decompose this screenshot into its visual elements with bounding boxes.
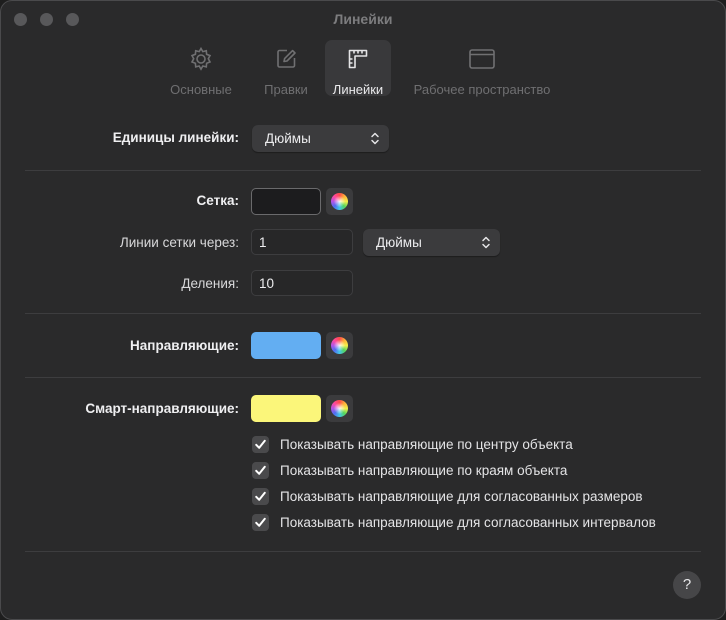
separator bbox=[25, 377, 701, 378]
gear-icon bbox=[188, 40, 214, 77]
color-wheel-icon bbox=[331, 337, 348, 354]
checkmark-icon bbox=[255, 517, 266, 527]
option-label: Показывать направляющие для согласованны… bbox=[280, 489, 643, 504]
edit-icon bbox=[273, 40, 299, 77]
tab-general[interactable]: Основные bbox=[161, 40, 241, 97]
window-title: Линейки bbox=[333, 11, 393, 27]
updown-chevron-icon bbox=[371, 132, 379, 145]
grid-divisions-label: Деления: bbox=[181, 276, 239, 291]
window-icon bbox=[467, 40, 497, 77]
checkbox[interactable] bbox=[252, 488, 269, 505]
checkmark-icon bbox=[255, 439, 266, 449]
checkmark-icon bbox=[255, 465, 266, 475]
ruler-units-value: Дюймы bbox=[265, 131, 311, 146]
grid-label: Сетка: bbox=[196, 193, 239, 208]
option-label: Показывать направляющие по краям объекта bbox=[280, 463, 568, 478]
color-wheel-icon bbox=[331, 400, 348, 417]
guides-color-well[interactable] bbox=[251, 332, 321, 359]
preferences-window: Линейки Основные Правки Линейки Рабочее … bbox=[0, 0, 726, 620]
separator bbox=[25, 551, 701, 552]
checkmark-icon bbox=[255, 491, 266, 501]
tab-edits[interactable]: Правки bbox=[251, 40, 321, 97]
guides-color-picker-button[interactable] bbox=[326, 332, 353, 359]
tab-label: Правки bbox=[264, 82, 308, 97]
ruler-units-label: Единицы линейки: bbox=[112, 130, 239, 145]
ruler-icon bbox=[345, 40, 371, 77]
title-bar: Линейки bbox=[1, 1, 725, 39]
checkbox[interactable] bbox=[252, 462, 269, 479]
tab-label: Линейки bbox=[332, 82, 384, 97]
checkbox[interactable] bbox=[252, 436, 269, 453]
help-button[interactable]: ? bbox=[673, 571, 701, 599]
grid-lines-unit-value: Дюймы bbox=[376, 235, 422, 250]
grid-lines-every-field[interactable]: 1 bbox=[251, 229, 353, 255]
separator bbox=[25, 170, 701, 171]
smart-guides-color-picker-button[interactable] bbox=[326, 395, 353, 422]
separator bbox=[25, 313, 701, 314]
guides-label: Направляющие: bbox=[130, 338, 239, 353]
smart-guides-color-well[interactable] bbox=[251, 395, 321, 422]
grid-divisions-field[interactable]: 10 bbox=[251, 270, 353, 296]
grid-lines-every-label: Линии сетки через: bbox=[119, 235, 239, 250]
option-label: Показывать направляющие для согласованны… bbox=[280, 515, 656, 530]
tab-label: Рабочее пространство bbox=[413, 82, 551, 97]
color-wheel-icon bbox=[331, 193, 348, 210]
checkbox[interactable] bbox=[252, 514, 269, 531]
option-label: Показывать направляющие по центру объект… bbox=[280, 437, 573, 452]
grid-lines-unit-popup[interactable]: Дюймы bbox=[363, 229, 500, 256]
updown-chevron-icon bbox=[482, 236, 490, 249]
tab-rulers[interactable]: Линейки bbox=[325, 40, 391, 97]
ruler-units-popup[interactable]: Дюймы bbox=[252, 125, 389, 152]
tab-label: Основные bbox=[170, 82, 232, 97]
grid-color-well[interactable] bbox=[251, 188, 321, 215]
tab-workspace[interactable]: Рабочее пространство bbox=[401, 40, 563, 97]
smart-guides-label: Смарт-направляющие: bbox=[85, 401, 239, 416]
grid-color-picker-button[interactable] bbox=[326, 188, 353, 215]
